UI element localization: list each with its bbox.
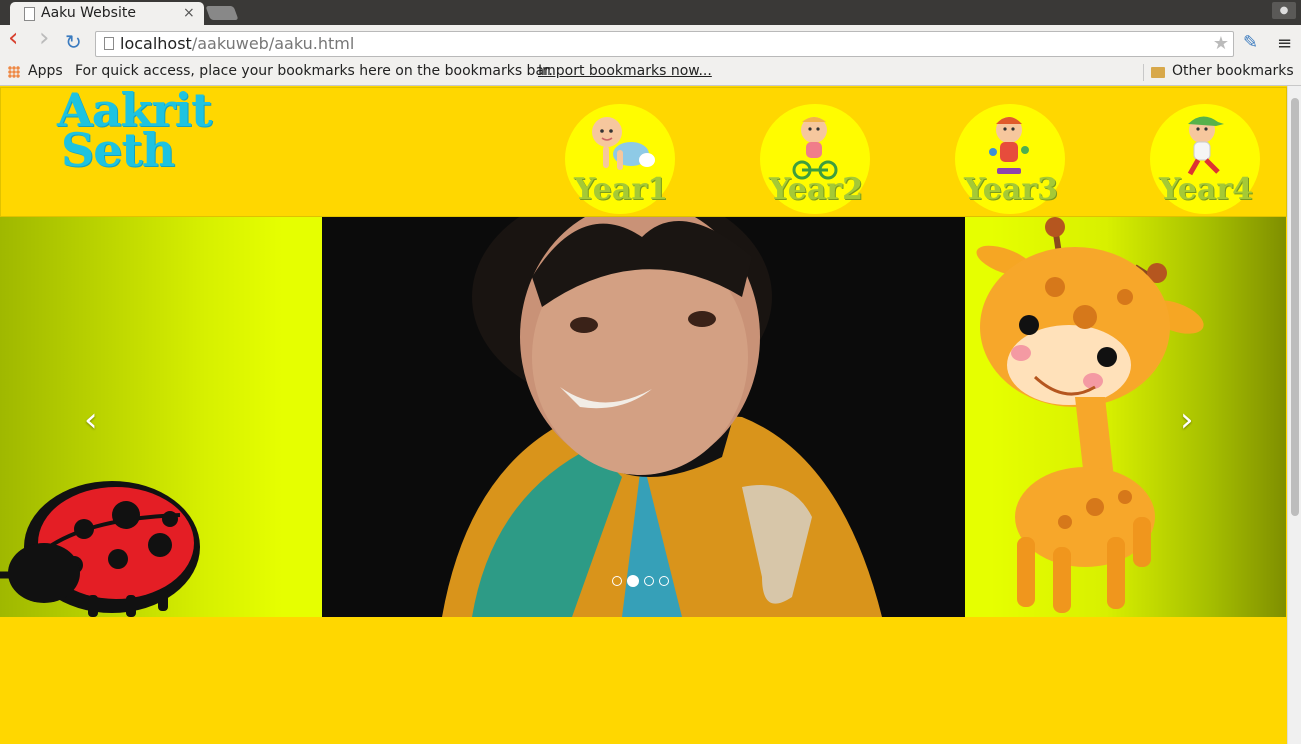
ladybug-illustration	[0, 481, 200, 617]
site-header: Aakrit Seth Year1 Year2 Year3 Year4	[0, 87, 1287, 217]
year1-label: Year1	[573, 172, 668, 207]
profile-icon[interactable]: ●	[1272, 2, 1296, 19]
carousel-indicator-4[interactable]	[659, 575, 669, 586]
apps-grid-icon[interactable]	[8, 66, 20, 78]
page-icon	[104, 37, 114, 50]
url-host: localhost	[120, 34, 192, 53]
photo-carousel: ‹ ›	[0, 217, 1286, 617]
carousel-indicators	[612, 570, 674, 589]
scrollbar-thumb[interactable]	[1291, 98, 1299, 516]
giraffe-illustration	[976, 217, 1204, 613]
child-photo	[322, 217, 965, 617]
slide-photo-child	[322, 217, 965, 617]
other-bookmarks-link[interactable]: Other bookmarks	[1172, 63, 1294, 79]
url-path: /aakuweb/aaku.html	[191, 34, 355, 53]
carousel-prev-button[interactable]: ‹	[84, 400, 98, 440]
forward-button[interactable]: ›	[39, 25, 49, 51]
page-scrollbar[interactable]	[1287, 86, 1301, 744]
year4-link[interactable]: Year4	[1150, 104, 1260, 214]
tab-title: Aaku Website	[41, 5, 136, 21]
bookmark-star-icon[interactable]: ★	[1213, 33, 1229, 54]
new-tab-button[interactable]	[205, 6, 239, 20]
year3-label: Year3	[963, 172, 1058, 207]
bookmarks-hint: For quick access, place your bookmarks h…	[75, 63, 553, 79]
browser-menu-icon[interactable]: ≡	[1277, 33, 1292, 54]
carousel-next-button[interactable]: ›	[1180, 400, 1194, 440]
year1-link[interactable]: Year1	[565, 104, 675, 214]
year2-label: Year2	[768, 172, 863, 207]
carousel-indicator-1[interactable]	[612, 575, 622, 586]
url-text[interactable]: localhost/aakuweb/aaku.html	[120, 34, 354, 53]
browser-tab[interactable]: Aaku Website ×	[10, 2, 204, 25]
tab-strip: Aaku Website × ●	[0, 0, 1301, 25]
site-logo[interactable]: Aakrit Seth	[57, 87, 212, 173]
back-button[interactable]: ‹	[8, 25, 18, 51]
year2-link[interactable]: Year2	[760, 104, 870, 214]
close-tab-icon[interactable]: ×	[183, 5, 195, 21]
apps-link[interactable]: Apps	[28, 63, 63, 79]
year3-link[interactable]: Year3	[955, 104, 1065, 214]
folder-icon	[1151, 67, 1165, 78]
address-bar[interactable]: localhost/aakuweb/aaku.html ★	[95, 31, 1234, 57]
carousel-indicator-2[interactable]	[627, 574, 639, 587]
bookmarks-divider	[1143, 64, 1144, 81]
eyedropper-extension-icon[interactable]: ✎	[1243, 32, 1258, 53]
year4-label: Year4	[1158, 172, 1253, 207]
document-icon	[24, 7, 35, 21]
import-bookmarks-link[interactable]: Import bookmarks now...	[538, 63, 712, 79]
reload-button[interactable]: ↻	[65, 32, 82, 52]
carousel-indicator-3[interactable]	[644, 575, 654, 586]
